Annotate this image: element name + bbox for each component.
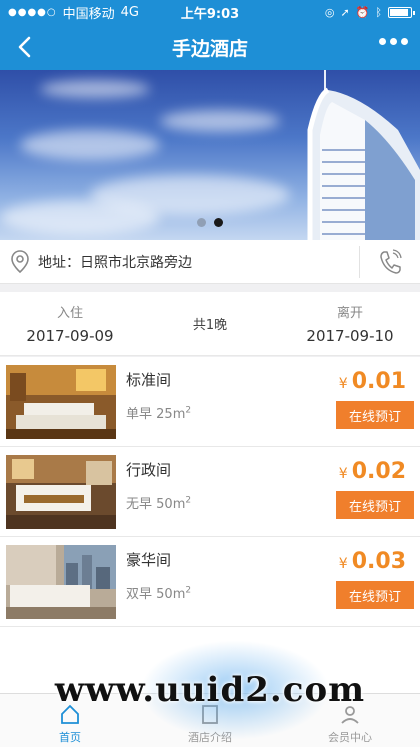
back-button[interactable] [10, 32, 38, 62]
carousel-indicator [0, 218, 420, 227]
room-photo [6, 365, 116, 439]
orientation-lock-icon: ◎ [324, 5, 335, 19]
room-list: 标准间 单早 25m2 ¥0.01 在线预订 行政间 无早 50m2 ¥0.02… [0, 357, 420, 627]
chevron-left-icon [18, 36, 31, 58]
book-online-button[interactable]: 在线预订 [336, 401, 414, 429]
location-pin-icon [11, 249, 29, 273]
network-type: 4G [120, 4, 140, 20]
checkout-date-picker[interactable]: 离开 2017-09-10 [280, 302, 420, 345]
stay-dates[interactable]: 入住 2017-09-09 共1晚 离开 2017-09-10 [0, 292, 420, 356]
checkin-label: 入住 [56, 306, 83, 321]
hotel-tower-illustration [307, 70, 420, 240]
room-name: 标准间 [126, 371, 172, 389]
more-dots-icon [379, 38, 386, 45]
book-online-button[interactable]: 在线预订 [336, 581, 414, 609]
checkin-date: 2017-09-09 [26, 327, 114, 345]
alarm-icon: ⏰ [355, 5, 370, 19]
room-spec: 单早 25m2 [126, 405, 192, 422]
room-spec: 双早 50m2 [126, 585, 192, 602]
room-spec: 无早 50m2 [126, 495, 192, 512]
nights-count: 共1晚 [192, 318, 228, 333]
carousel-dot[interactable] [197, 218, 206, 227]
room-item-executive[interactable]: 行政间 无早 50m2 ¥0.02 在线预订 [0, 447, 420, 537]
hotel-address: 地址：日照市北京路旁边 [38, 252, 359, 272]
room-name: 行政间 [126, 461, 172, 479]
battery-icon [388, 6, 415, 18]
address-label: 地址： [38, 254, 80, 271]
location-arrow-icon: ➚ [340, 5, 350, 19]
room-photo [6, 545, 116, 619]
page-title: 手边酒店 [171, 37, 248, 60]
room-name: 豪华间 [126, 551, 172, 569]
phone-icon [380, 248, 402, 274]
room-price: ¥0.02 [338, 459, 406, 484]
bluetooth-icon: ᛒ [375, 5, 382, 19]
room-photo [6, 455, 116, 529]
room-item-deluxe[interactable]: 豪华间 双早 50m2 ¥0.03 在线预订 [0, 537, 420, 627]
address-value: 日照市北京路旁边 [80, 254, 192, 271]
address-bar: 地址：日照市北京路旁边 [0, 240, 420, 284]
hotel-banner-image[interactable] [0, 70, 420, 240]
more-button[interactable] [379, 38, 408, 45]
carousel-dot-active[interactable] [214, 218, 223, 227]
checkout-label: 离开 [336, 306, 363, 321]
watermark-text: www.uuid2.com [54, 670, 366, 710]
room-price: ¥0.03 [338, 549, 406, 574]
nav-bar: 手边酒店 [0, 24, 420, 70]
signal-strength-icon: ●●●●○ [8, 6, 57, 18]
room-price: ¥0.01 [338, 369, 406, 394]
tab-label: 会员中心 [328, 731, 372, 744]
tab-label: 首页 [59, 731, 81, 744]
room-item-standard[interactable]: 标准间 单早 25m2 ¥0.01 在线预订 [0, 357, 420, 447]
call-button[interactable] [360, 240, 420, 284]
status-bar: ●●●●○ 中国移动 4G 上午9:03 ◎ ➚ ⏰ ᛒ [0, 0, 420, 24]
checkin-date-picker[interactable]: 入住 2017-09-09 [0, 302, 140, 345]
checkout-date: 2017-09-10 [306, 327, 394, 345]
book-online-button[interactable]: 在线预订 [336, 491, 414, 519]
carrier-name: 中国移动 [62, 6, 115, 22]
